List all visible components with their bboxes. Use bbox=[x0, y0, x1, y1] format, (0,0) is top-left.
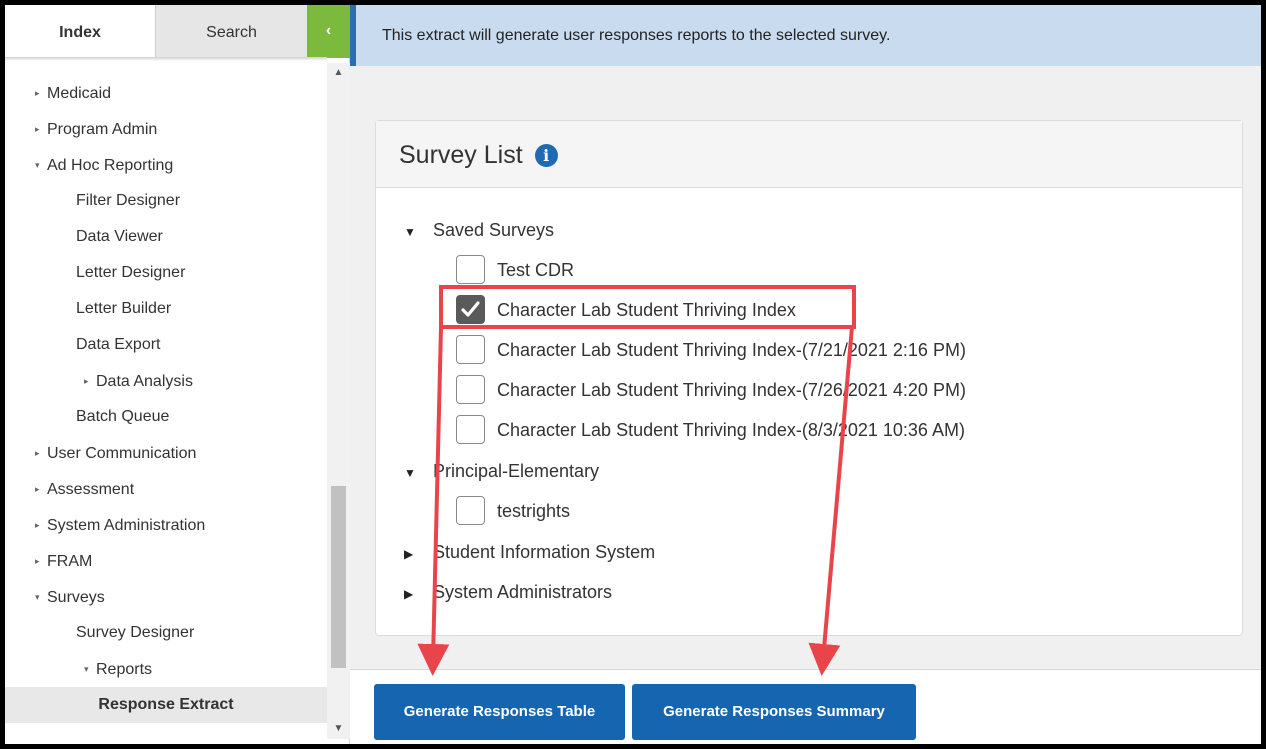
action-footer: Generate Responses Table Generate Respon… bbox=[350, 669, 1261, 744]
expand-triangle-icon: ▸ bbox=[35, 88, 40, 98]
survey-list-panel: Survey List i ▼ Saved Surveys Test CDR Ch… bbox=[375, 120, 1243, 636]
sidebar-nav: ▸ Medicaid ▸ Program Admin ▾ Ad Hoc Reporti… bbox=[5, 63, 327, 733]
sidebar-item-medicaid[interactable]: ▸ Medicaid bbox=[35, 75, 111, 111]
tabs-divider bbox=[5, 57, 327, 61]
checkmark-icon bbox=[461, 301, 480, 317]
survey-label: Character Lab Student Thriving Index-(7/… bbox=[497, 340, 966, 360]
survey-item-test-cdr[interactable]: Test CDR bbox=[456, 254, 575, 285]
collapse-triangle-icon: ▾ bbox=[35, 592, 40, 602]
sidebar-item-assessment[interactable]: ▸ Assessment bbox=[35, 471, 134, 507]
expand-arrow-icon[interactable]: ▶ bbox=[404, 579, 433, 609]
sidebar-item-data-export[interactable]: Data Export bbox=[76, 327, 160, 363]
tree-group-student-information-system[interactable]: ▶ Student Information System bbox=[404, 537, 655, 567]
generate-responses-table-button[interactable]: Generate Responses Table bbox=[374, 684, 625, 740]
tree-group-principal-elementary[interactable]: ▼ Principal-Elementary bbox=[404, 456, 599, 486]
expand-triangle-icon: ▸ bbox=[35, 520, 40, 530]
sidebar: Index Search ‹ ▸ Medicaid ▸ Program Admin … bbox=[5, 5, 350, 744]
sidebar-item-label: Program Admin bbox=[47, 121, 158, 138]
collapse-sidebar-button[interactable]: ‹ bbox=[307, 5, 350, 58]
tree-group-label: System Administrators bbox=[433, 582, 613, 602]
collapse-triangle-icon: ▾ bbox=[84, 664, 89, 674]
info-icon[interactable]: i bbox=[534, 144, 558, 167]
survey-checkbox-checked[interactable] bbox=[456, 294, 485, 324]
collapse-arrow-icon[interactable]: ▼ bbox=[404, 217, 433, 247]
sidebar-item-label: System Administration bbox=[47, 517, 206, 534]
survey-item-testrights[interactable]: testrights bbox=[456, 495, 571, 526]
sidebar-item-program-admin[interactable]: ▸ Program Admin bbox=[35, 111, 157, 147]
sidebar-item-filter-designer[interactable]: Filter Designer bbox=[76, 183, 180, 219]
survey-item-character-lab[interactable]: Character Lab Student Thriving Index bbox=[456, 294, 796, 325]
sidebar-item-survey-designer[interactable]: Survey Designer bbox=[76, 615, 194, 651]
sidebar-item-label: Reports bbox=[96, 661, 153, 678]
survey-checkbox[interactable] bbox=[456, 495, 485, 525]
tree-group-system-administrators[interactable]: ▶ System Administrators bbox=[404, 577, 612, 607]
sidebar-item-batch-queue[interactable]: Batch Queue bbox=[76, 399, 169, 435]
sidebar-item-ad-hoc-reporting[interactable]: ▾ Ad Hoc Reporting bbox=[35, 147, 173, 183]
panel-title: Survey List bbox=[399, 141, 523, 169]
generate-responses-summary-button[interactable]: Generate Responses Summary bbox=[632, 684, 916, 740]
sidebar-item-surveys[interactable]: ▾ Surveys bbox=[35, 579, 105, 615]
expand-arrow-icon[interactable]: ▶ bbox=[404, 539, 433, 569]
sidebar-item-fram[interactable]: ▸ FRAM bbox=[35, 543, 92, 579]
panel-header: Survey List i bbox=[376, 121, 1242, 188]
info-banner: This extract will generate user response… bbox=[350, 5, 1261, 66]
expand-triangle-icon: ▸ bbox=[35, 484, 40, 494]
sidebar-item-label: Surveys bbox=[47, 589, 105, 606]
sidebar-item-user-communication[interactable]: ▸ User Communication bbox=[35, 435, 196, 471]
survey-label: testrights bbox=[497, 501, 571, 521]
sidebar-item-data-viewer[interactable]: Data Viewer bbox=[76, 219, 163, 255]
app-frame: Index Search ‹ ▸ Medicaid ▸ Program Admin … bbox=[5, 5, 1261, 744]
survey-item-character-lab-0803[interactable]: Character Lab Student Thriving Index-(8/… bbox=[456, 414, 965, 445]
sidebar-tabs: Index Search ‹ bbox=[5, 5, 350, 58]
survey-checkbox[interactable] bbox=[456, 374, 485, 404]
tree-group-saved-surveys[interactable]: ▼ Saved Surveys bbox=[404, 215, 554, 245]
sidebar-item-label: Ad Hoc Reporting bbox=[47, 157, 174, 174]
survey-checkbox[interactable] bbox=[456, 414, 485, 444]
survey-label: Character Lab Student Thriving Index bbox=[497, 300, 796, 320]
sidebar-item-label: Data Analysis bbox=[96, 373, 193, 390]
scroll-thumb[interactable] bbox=[331, 486, 346, 668]
sidebar-item-data-analysis[interactable]: ▸ Data Analysis bbox=[84, 363, 193, 399]
tree-group-label: Student Information System bbox=[433, 542, 656, 562]
expand-triangle-icon: ▸ bbox=[84, 376, 89, 386]
expand-triangle-icon: ▸ bbox=[35, 448, 40, 458]
sidebar-item-label: Assessment bbox=[47, 481, 135, 498]
survey-label: Character Lab Student Thriving Index-(8/… bbox=[497, 420, 965, 440]
tree-group-label: Saved Surveys bbox=[433, 220, 555, 240]
main-content: This extract will generate user response… bbox=[350, 5, 1261, 744]
expand-triangle-icon: ▸ bbox=[35, 124, 40, 134]
tree-group-label: Principal-Elementary bbox=[433, 461, 600, 481]
collapse-triangle-icon: ▾ bbox=[35, 160, 40, 170]
sidebar-item-response-extract[interactable]: Response Extract bbox=[5, 687, 327, 723]
sidebar-item-label: User Communication bbox=[47, 445, 197, 462]
tab-search[interactable]: Search bbox=[155, 5, 307, 58]
survey-item-character-lab-0726[interactable]: Character Lab Student Thriving Index-(7/… bbox=[456, 374, 966, 405]
scroll-down-arrow-icon[interactable]: ▼ bbox=[327, 719, 350, 739]
sidebar-item-label: Medicaid bbox=[47, 85, 112, 102]
sidebar-item-letter-builder[interactable]: Letter Builder bbox=[76, 291, 171, 327]
survey-checkbox[interactable] bbox=[456, 254, 485, 284]
survey-label: Test CDR bbox=[497, 260, 575, 280]
sidebar-item-label: FRAM bbox=[47, 553, 93, 570]
tab-index[interactable]: Index bbox=[5, 5, 155, 58]
scroll-up-arrow-icon[interactable]: ▲ bbox=[327, 63, 350, 83]
sidebar-item-reports[interactable]: ▾ Reports bbox=[84, 651, 152, 687]
survey-label: Character Lab Student Thriving Index-(7/… bbox=[497, 380, 966, 400]
survey-checkbox[interactable] bbox=[456, 334, 485, 364]
expand-triangle-icon: ▸ bbox=[35, 556, 40, 566]
sidebar-item-letter-designer[interactable]: Letter Designer bbox=[76, 255, 185, 291]
sidebar-item-system-administration[interactable]: ▸ System Administration bbox=[35, 507, 205, 543]
sidebar-scrollbar[interactable]: ▲ ▼ bbox=[327, 63, 350, 739]
collapse-arrow-icon[interactable]: ▼ bbox=[404, 458, 433, 488]
survey-item-character-lab-0721[interactable]: Character Lab Student Thriving Index-(7/… bbox=[456, 334, 966, 365]
